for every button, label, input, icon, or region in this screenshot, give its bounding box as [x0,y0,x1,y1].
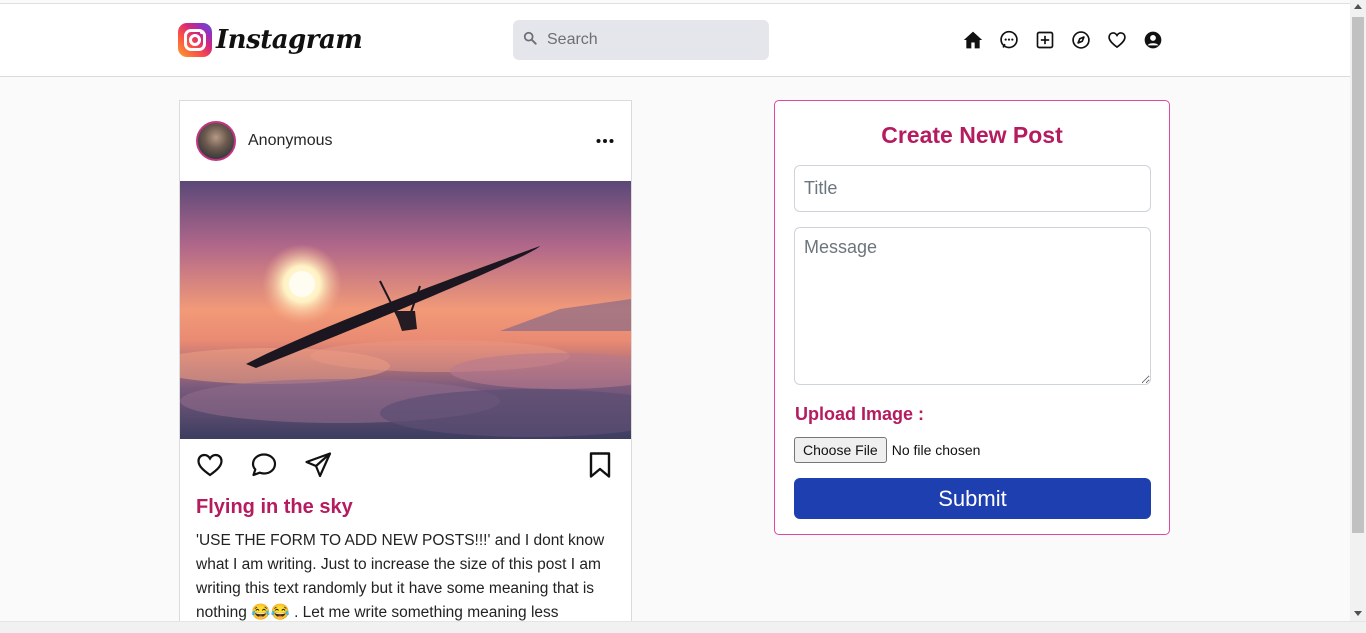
vertical-scrollbar[interactable] [1350,0,1366,621]
messenger-icon[interactable] [999,30,1019,50]
submit-button[interactable]: Submit [794,478,1151,519]
post-card: Anonymous Flying in the sky 'USE THE FOR… [179,100,632,633]
share-send-icon[interactable] [304,451,332,479]
nav-icons [963,30,1163,50]
comment-icon[interactable] [250,451,278,479]
more-options-icon[interactable] [595,131,615,151]
profile-icon[interactable] [1143,30,1163,50]
upload-image-label: Upload Image : [795,404,925,424]
post-actions [196,451,616,481]
activity-heart-icon[interactable] [1107,30,1127,50]
choose-file-button[interactable]: Choose File [794,437,887,463]
file-status-text: No file chosen [891,442,981,458]
instagram-logo-icon [178,23,212,57]
title-field[interactable] [794,165,1151,212]
scroll-up-arrow-icon[interactable] [1354,4,1362,9]
navbar: Instagram [0,4,1350,77]
logo-text: Instagram [216,25,363,55]
form-heading: Create New Post [881,122,1063,148]
search-bar[interactable] [513,20,769,60]
post-username[interactable]: Anonymous [248,132,333,150]
scroll-down-arrow-icon[interactable] [1354,611,1362,616]
scrollbar-thumb[interactable] [1352,17,1364,533]
bottom-bar [0,621,1366,633]
post-caption: 'USE THE FORM TO ADD NEW POSTS!!!' and I… [196,532,605,621]
avatar[interactable] [196,121,236,161]
create-post-form: Create New Post Upload Image : Choose Fi… [774,100,1170,535]
new-post-icon[interactable] [1035,30,1055,50]
post-image [180,181,631,439]
like-heart-icon[interactable] [196,451,224,479]
search-icon [523,31,537,50]
explore-icon[interactable] [1071,30,1091,50]
message-field[interactable] [794,227,1151,385]
home-icon[interactable] [963,30,983,50]
instagram-logo[interactable]: Instagram [178,23,363,57]
bookmark-icon[interactable] [586,451,614,479]
file-input: Choose File No file chosen [794,437,980,463]
search-input[interactable] [547,31,747,49]
post-header: Anonymous [180,101,631,181]
post-title: Flying in the sky [196,496,353,518]
